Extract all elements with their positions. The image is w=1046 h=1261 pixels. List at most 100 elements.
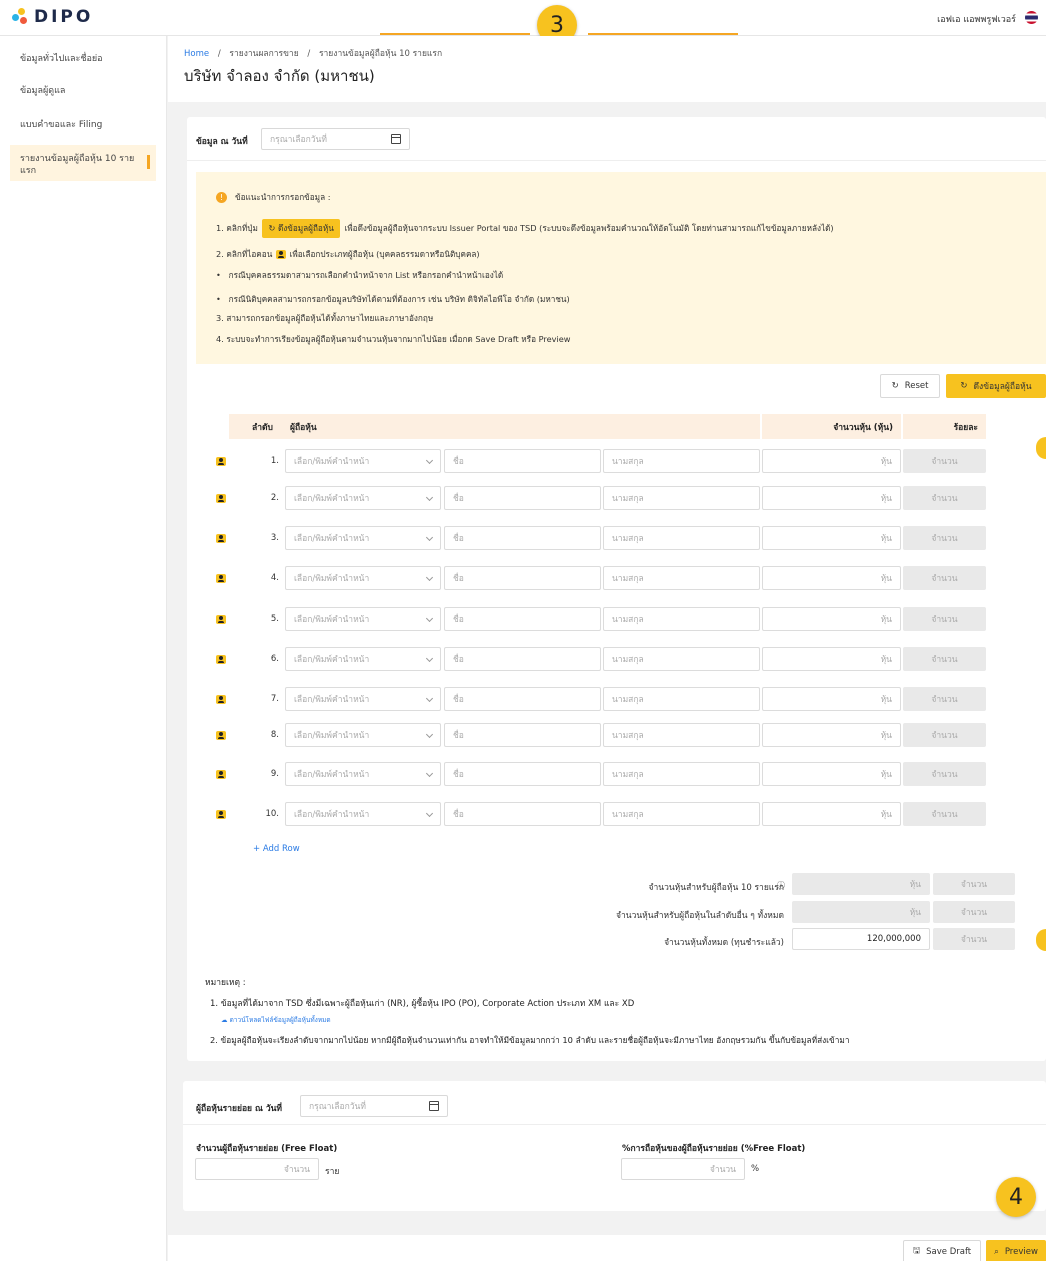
breadcrumb-home[interactable]: Home [184,49,209,59]
divider [187,160,1046,161]
prefix-placeholder: เลือก/พิมพ์คำนำหน้า [294,457,370,467]
info-icon: ! [216,192,227,203]
prefix-select[interactable]: เลือก/พิมพ์คำนำหน้า [285,647,441,671]
summary-total-shares[interactable]: 120,000,000 [792,928,930,950]
prefix-select[interactable]: เลือก/พิมพ์คำนำหน้า [285,486,441,510]
divider [183,1124,1046,1125]
shareholder-type-icon[interactable] [216,770,226,779]
page-title: บริษัท จำลอง จำกัด (มหาชน) [184,67,375,85]
first-name-input[interactable]: ชื่อ [444,802,601,826]
breadcrumb-level1[interactable]: รายงานผลการขาย [229,49,298,59]
shares-unit: หุ้น [880,655,892,665]
last-name-input[interactable]: นามสกุล [603,526,760,550]
first-name-input[interactable]: ชื่อ [444,762,601,786]
date-picker[interactable]: กรุณาเลือกวันที่ [261,128,410,150]
last-name-input[interactable]: นามสกุล [603,607,760,631]
prefix-select[interactable]: เลือก/พิมพ์คำนำหน้า [285,762,441,786]
prefix-select[interactable]: เลือก/พิมพ์คำนำหน้า [285,802,441,826]
sidebar-item-general[interactable]: ข้อมูลทั่วไปและชื่อย่อ [20,53,150,65]
first-name-input[interactable]: ชื่อ [444,607,601,631]
user-name[interactable]: เอฟเอ แอพพรูฟเวอร์ [937,12,1016,26]
note-2: 2. ข้อมูลผู้ถือหุ้นจะเรียงลำดับจากมากไปน… [210,1035,850,1045]
shares-input[interactable]: หุ้น [762,566,901,590]
shareholder-type-icon[interactable] [216,695,226,704]
prefix-select[interactable]: เลือก/พิมพ์คำนำหน้า [285,566,441,590]
shares-input[interactable]: หุ้น [762,607,901,631]
first-name-input[interactable]: ชื่อ [444,566,601,590]
bullet1-text: กรณีบุคคลธรรมดาสามารถเลือกคำนำหน้าจาก Li… [228,270,504,280]
help-icon[interactable]: ⓘ [777,880,785,891]
prefix-select[interactable]: เลือก/พิมพ์คำนำหน้า [285,449,441,473]
shareholder-type-icon[interactable] [216,731,226,740]
save-draft-button[interactable]: 🖫 Save Draft [903,1240,981,1261]
percent-placeholder: จำนวน [931,770,958,780]
prefix-select[interactable]: เลือก/พิมพ์คำนำหน้า [285,607,441,631]
free-float-date-picker[interactable]: กรุณาเลือกวันที่ [300,1095,448,1117]
download-link[interactable]: ☁ ดาวน์โหลดไฟล์ข้อมูลผู้ถือหุ้นทั้งหมด [221,1015,331,1025]
prefix-select[interactable]: เลือก/พิมพ์คำนำหน้า [285,526,441,550]
last-name-input[interactable]: นามสกุล [603,486,760,510]
note-1: 1. ข้อมูลที่ได้มาจาก TSD ซึ่งมีเฉพาะผู้ถ… [210,999,635,1009]
shares-input[interactable]: หุ้น [762,449,901,473]
shareholder-type-icon[interactable] [216,615,226,624]
reset-button[interactable]: ↻ Reset [880,374,940,398]
chevron-down-icon [425,614,434,623]
shares-input[interactable]: หุ้น [762,526,901,550]
prefix-select[interactable]: เลือก/พิมพ์คำนำหน้า [285,687,441,711]
last-name-input[interactable]: นามสกุล [603,802,760,826]
last-name-input[interactable]: นามสกุล [603,566,760,590]
first-name-input[interactable]: ชื่อ [444,486,601,510]
first-name-input[interactable]: ชื่อ [444,526,601,550]
free-float-date-label: ผู้ถือหุ้นรายย่อย ณ วันที่ [196,1104,283,1114]
shares-input[interactable]: หุ้น [762,486,901,510]
chevron-down-icon [425,456,434,465]
dipo-logo[interactable]: DIPO [12,7,93,27]
first-name-input[interactable]: ชื่อ [444,449,601,473]
thai-flag-icon[interactable] [1025,11,1038,24]
sidebar-item-supervisor[interactable]: ข้อมูลผู้ดูแล [20,85,150,97]
person-icon-inline [275,249,287,260]
fetch-shareholders-button[interactable]: ↻ ดึงข้อมูลผู้ถือหุ้น [946,374,1046,398]
last-name-input[interactable]: นามสกุล [603,687,760,711]
add-row-link[interactable]: + Add Row [253,844,300,854]
first-name-input[interactable]: ชื่อ [444,647,601,671]
row-number: 9. [270,769,279,779]
preview-label: Preview [1004,1247,1038,1257]
row-number: 3. [270,533,279,543]
shareholder-type-icon[interactable] [216,574,226,583]
preview-button[interactable]: ⌕ Preview [986,1240,1046,1261]
row-number: 8. [270,730,279,740]
shares-unit: หุ้น [880,457,892,467]
breadcrumb-level2: รายงานข้อมูลผู้ถือหุ้น 10 รายแรก [318,49,443,59]
last-name-input[interactable]: นามสกุล [603,762,760,786]
first-name-input[interactable]: ชื่อ [444,723,601,747]
header-holder: ผู้ถือหุ้น [290,422,317,433]
percent-cell: จำนวน [903,486,986,510]
shareholder-type-icon[interactable] [216,655,226,664]
shares-input[interactable]: หุ้น [762,762,901,786]
shares-input[interactable]: หุ้น [762,647,901,671]
shareholder-type-icon[interactable] [216,494,226,503]
free-float-pct-input[interactable]: จำนวน [621,1158,745,1180]
bullet2-text: กรณีนิติบุคคลสามารถกรอกข้อมูลบริษัทได้ตา… [228,294,570,304]
shareholder-type-icon[interactable] [216,810,226,819]
last-name-input[interactable]: นามสกุล [603,723,760,747]
last-name-placeholder: นามสกุล [612,457,644,467]
save-draft-label: Save Draft [926,1247,972,1257]
shareholder-type-icon[interactable] [216,534,226,543]
last-name-input[interactable]: นามสกุล [603,449,760,473]
sidebar-item-filing[interactable]: แบบคำขอและ Filing [20,119,150,131]
calendar-icon [391,134,401,144]
last-name-input[interactable]: นามสกุล [603,647,760,671]
free-float-count-input[interactable]: จำนวน [195,1158,319,1180]
inline-fetch-chip: ↻ ดึงข้อมูลผู้ถือหุ้น [262,219,340,238]
first-name-input[interactable]: ชื่อ [444,687,601,711]
prefix-placeholder: เลือก/พิมพ์คำนำหน้า [294,615,370,625]
first-name-placeholder: ชื่อ [453,494,464,504]
prefix-select[interactable]: เลือก/พิมพ์คำนำหน้า [285,723,441,747]
shareholder-type-icon[interactable] [216,457,226,466]
shares-input[interactable]: หุ้น [762,687,901,711]
shares-input[interactable]: หุ้น [762,802,901,826]
shares-input[interactable]: หุ้น [762,723,901,747]
sidebar-item-top10[interactable]: รายงานข้อมูลผู้ถือหุ้น 10 ราย แรก [20,153,138,177]
